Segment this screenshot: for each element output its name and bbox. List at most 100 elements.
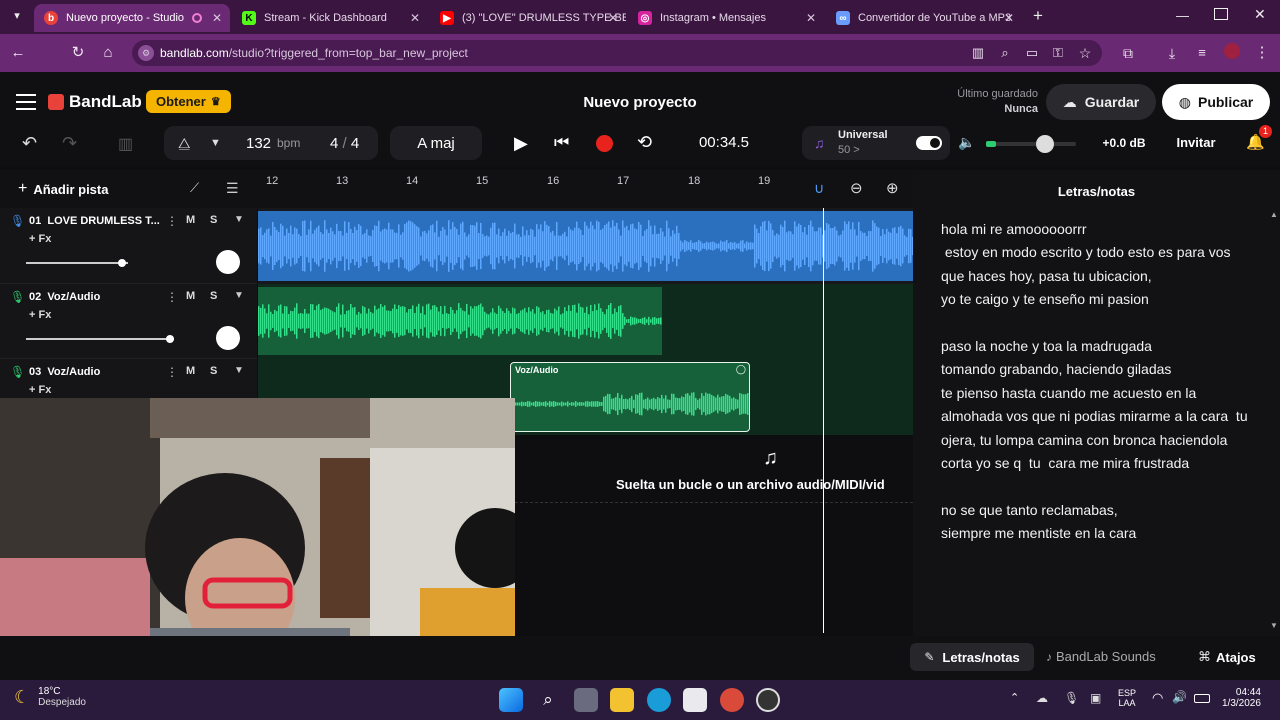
bpm-value[interactable]: 132: [246, 135, 271, 152]
track-header-02[interactable]: 🎙 02 Voz/Audio ⋮ M S ▼ + Fx: [0, 284, 257, 359]
store-icon[interactable]: [683, 688, 707, 712]
slider-handle[interactable]: [166, 335, 174, 343]
time-signature[interactable]: 4 / 4: [330, 135, 359, 152]
tray-app-icon[interactable]: ☁: [1036, 691, 1048, 705]
close-window-button[interactable]: ✕: [1254, 6, 1266, 23]
add-track-button[interactable]: + Añadir pista: [18, 180, 108, 198]
lyrics-scrollbar[interactable]: ▲ ▼: [1270, 210, 1278, 630]
play-button[interactable]: ▶: [514, 133, 528, 154]
volume-slider-handle[interactable]: [1036, 135, 1054, 153]
chevron-down-icon[interactable]: ▼: [234, 214, 244, 225]
back-icon[interactable]: ←: [8, 43, 28, 63]
password-key-icon[interactable]: ⚿: [1048, 43, 1068, 63]
loop-icon[interactable]: ⟲: [637, 132, 652, 153]
universal-value[interactable]: 50 >: [838, 144, 860, 156]
profile-avatar[interactable]: [1222, 43, 1242, 63]
tab-lyrics-notes[interactable]: ✎ Letras/notas: [910, 643, 1034, 671]
tab-youtube-mp3[interactable]: ∞ Convertidor de YouTube a MP3 ✕: [826, 4, 1022, 32]
pan-knob[interactable]: [216, 326, 240, 350]
track-name[interactable]: 01 LOVE DRUMLESS T...: [29, 215, 160, 227]
tab-bandlab-sounds[interactable]: ♪ BandLab Sounds: [1046, 649, 1156, 664]
track-settings-icon[interactable]: ☰: [226, 180, 239, 197]
close-icon[interactable]: ✕: [806, 11, 816, 25]
record-button[interactable]: [596, 135, 613, 152]
mute-button[interactable]: M: [186, 365, 195, 377]
audio-clip-beat[interactable]: [258, 211, 913, 281]
chevron-down-icon[interactable]: ▼: [210, 137, 221, 149]
pan-knob[interactable]: [216, 250, 240, 274]
redo-icon[interactable]: ↷: [62, 133, 77, 154]
tab-kick-dashboard[interactable]: K Stream - Kick Dashboard ✕: [232, 4, 428, 32]
project-title[interactable]: Nuevo proyecto: [540, 94, 740, 111]
publish-button[interactable]: ◍ Publicar: [1162, 84, 1270, 120]
cast-icon[interactable]: ▭: [1022, 43, 1042, 63]
tray-chevron-icon[interactable]: ⌃: [1010, 691, 1019, 704]
track-options-icon[interactable]: ⋮: [166, 290, 178, 304]
mute-button[interactable]: M: [186, 214, 195, 226]
close-icon[interactable]: ✕: [212, 11, 222, 25]
obs-icon[interactable]: [756, 688, 780, 712]
track-name[interactable]: 03 Voz/Audio: [29, 366, 100, 378]
audio-clip-voice-03[interactable]: Voz/Audio ◯: [510, 362, 750, 432]
wifi-icon[interactable]: ◠: [1152, 690, 1163, 706]
chrome-icon[interactable]: [720, 688, 744, 712]
obtener-button[interactable]: Obtener ♛: [146, 90, 231, 113]
zoom-out-icon[interactable]: ⊖: [850, 179, 863, 197]
solo-button[interactable]: S: [210, 290, 217, 302]
windows-start-icon[interactable]: [499, 688, 523, 712]
chevron-down-icon[interactable]: ▼: [234, 290, 244, 301]
universal-toggle[interactable]: [916, 136, 942, 150]
track-options-icon[interactable]: ⋮: [166, 214, 178, 228]
track-volume-slider[interactable]: [26, 335, 174, 343]
track-lane-02[interactable]: [258, 284, 913, 359]
chevron-down-icon[interactable]: ▼: [234, 365, 244, 376]
clock[interactable]: 04:44 1/3/2026: [1222, 687, 1261, 709]
track-name[interactable]: 02 Voz/Audio: [29, 291, 100, 303]
tray-mic-icon[interactable]: 🎙: [1064, 691, 1079, 705]
tray-display-icon[interactable]: ▣: [1090, 691, 1101, 705]
media-control-icon[interactable]: ≡: [1192, 43, 1212, 63]
zoom-in-icon[interactable]: ⊕: [886, 179, 899, 197]
volume-icon[interactable]: 🔊: [1172, 690, 1187, 704]
tab-youtube[interactable]: ▶ (3) "LOVE" DRUMLESS TYPE BE ✕: [430, 4, 626, 32]
weather-widget[interactable]: ☾ 18°C Despejado: [14, 686, 86, 708]
solo-button[interactable]: S: [210, 214, 217, 226]
lyrics-textarea[interactable]: hola mi re amoooooorrr estoy en modo esc…: [941, 218, 1261, 546]
battery-icon[interactable]: [1194, 694, 1210, 703]
tab-bandlab-studio[interactable]: b Nuevo proyecto - Studio ✕: [34, 4, 230, 32]
search-icon[interactable]: ⌕: [536, 688, 560, 712]
shortcuts-button[interactable]: ⌘ Atajos: [1198, 649, 1256, 665]
undo-icon[interactable]: ↶: [22, 133, 37, 154]
skip-back-button[interactable]: ⏮: [554, 133, 569, 153]
slider-handle[interactable]: [118, 259, 126, 267]
key-selector[interactable]: A maj: [390, 126, 482, 160]
tab-list-icon[interactable]: ▾: [8, 9, 26, 25]
extensions-icon[interactable]: ⧉: [1118, 43, 1138, 63]
bookmark-star-icon[interactable]: ☆: [1075, 43, 1095, 63]
drop-zone[interactable]: ♫ Suelta un bucle o un archivo audio/MID…: [515, 437, 913, 503]
new-tab-button[interactable]: +: [1028, 6, 1048, 26]
speaker-icon[interactable]: 🔈: [958, 134, 975, 151]
mixer-icon[interactable]: ▥: [118, 134, 133, 154]
track-volume-slider[interactable]: [26, 259, 128, 267]
site-info-icon[interactable]: ⚙: [138, 45, 154, 61]
fx-button[interactable]: + Fx: [29, 233, 51, 245]
zoom-icon[interactable]: ⌕: [995, 43, 1015, 63]
loop-handle-icon[interactable]: ◯: [736, 364, 746, 375]
fx-button[interactable]: + Fx: [29, 384, 51, 396]
bandlab-logo[interactable]: BandLab: [48, 92, 142, 112]
track-options-icon[interactable]: ⋮: [166, 365, 178, 379]
master-volume-slider[interactable]: [986, 135, 1076, 153]
snap-magnet-icon[interactable]: ∪: [814, 180, 824, 197]
minimize-button[interactable]: —: [1176, 8, 1194, 23]
invite-button[interactable]: Invitar: [1166, 135, 1226, 150]
solo-button[interactable]: S: [210, 365, 217, 377]
track-header-01[interactable]: 🎙 01 LOVE DRUMLESS T... ⋮ M S ▼ + Fx: [0, 208, 257, 284]
hamburger-menu-icon[interactable]: [16, 94, 36, 110]
reload-icon[interactable]: ↻: [68, 43, 88, 63]
timeline-ruler[interactable]: 12 13 14 15 16 17 18 19 ∪ ⊖ ⊕: [258, 170, 913, 208]
file-explorer-icon[interactable]: [610, 688, 634, 712]
audio-clip-voice-02[interactable]: [258, 287, 662, 355]
browser-menu-icon[interactable]: ⋮: [1252, 43, 1272, 63]
mute-button[interactable]: M: [186, 290, 195, 302]
